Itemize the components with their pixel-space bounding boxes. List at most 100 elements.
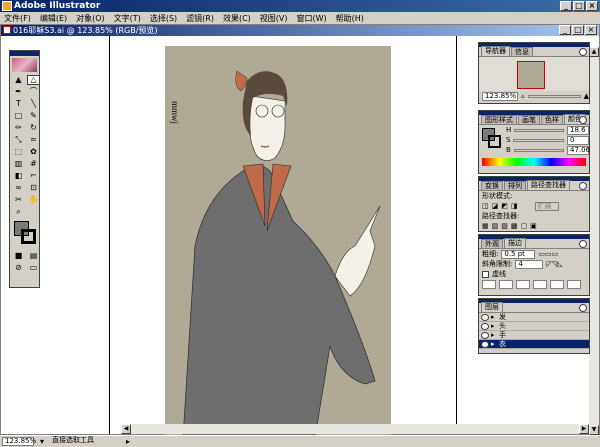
- zoom-slider[interactable]: [527, 94, 581, 98]
- menu-window[interactable]: 窗口(W): [297, 13, 327, 24]
- selection-tool-icon[interactable]: ▲: [12, 75, 25, 85]
- zoom-dropdown-icon[interactable]: ▾: [40, 437, 44, 446]
- add-shape-icon[interactable]: ◫: [482, 202, 489, 210]
- scroll-right-button[interactable]: ▶: [579, 424, 589, 434]
- graph-tool-icon[interactable]: ▥: [12, 159, 25, 169]
- color-spectrum-bar[interactable]: [482, 158, 586, 166]
- panel-menu-icon[interactable]: [579, 182, 587, 190]
- minimize-button[interactable]: _: [560, 1, 572, 11]
- navigator-view-box[interactable]: [517, 61, 545, 89]
- intersect-shape-icon[interactable]: ◩: [501, 202, 508, 210]
- navigator-preview[interactable]: [479, 57, 589, 91]
- panel-menu-icon[interactable]: [579, 48, 587, 56]
- scissors-tool-icon[interactable]: ✂: [12, 195, 25, 205]
- close-button[interactable]: ×: [586, 1, 598, 11]
- brightness-slider[interactable]: [513, 148, 564, 152]
- hue-slider[interactable]: [514, 128, 564, 132]
- navigator-zoom-field[interactable]: 123.85%: [482, 91, 518, 101]
- tab-align[interactable]: 排列: [504, 181, 526, 190]
- direct-selection-tool-icon[interactable]: △: [27, 75, 40, 85]
- menu-select[interactable]: 选择(S): [150, 13, 177, 24]
- pen-tool-icon[interactable]: ✒: [12, 87, 25, 97]
- tab-graphic-styles[interactable]: 图形样式: [481, 115, 517, 124]
- stroke-swatch[interactable]: [21, 229, 36, 244]
- saturation-input[interactable]: 0: [567, 135, 589, 145]
- dashed-checkbox[interactable]: [482, 270, 489, 278]
- subtract-shape-icon[interactable]: ◪: [492, 202, 499, 210]
- layer-row-selected[interactable]: ▸ 衣: [479, 340, 589, 349]
- scroll-down-button[interactable]: ▼: [589, 425, 599, 435]
- gap-field[interactable]: [533, 279, 547, 289]
- scale-tool-icon[interactable]: ⤡: [12, 135, 25, 145]
- cap-icons[interactable]: ▭▭▭: [538, 250, 558, 258]
- menu-object[interactable]: 对象(O): [76, 13, 105, 24]
- join-icons[interactable]: ◸◹◺: [546, 260, 562, 268]
- panel-menu-icon[interactable]: [579, 304, 587, 312]
- triangle-icon[interactable]: ▸: [491, 322, 497, 330]
- artboard[interactable]: mmwj: [165, 46, 391, 438]
- merge-icon[interactable]: ▨: [501, 222, 508, 230]
- layer-row[interactable]: ▸ 手: [479, 331, 589, 340]
- menu-view[interactable]: 视图(V): [260, 13, 288, 24]
- eyedropper-tool-icon[interactable]: ⌐: [27, 171, 40, 181]
- zoom-tool-icon[interactable]: ⌕: [12, 207, 25, 217]
- tab-layers[interactable]: 图层: [481, 302, 503, 312]
- layer-row[interactable]: ▸ 头: [479, 322, 589, 331]
- slice-tool-icon[interactable]: ⊡: [27, 183, 40, 193]
- trim-icon[interactable]: ▧: [492, 222, 499, 230]
- rectangle-tool-icon[interactable]: □: [12, 111, 25, 121]
- line-tool-icon[interactable]: ╲: [27, 99, 40, 109]
- miter-input[interactable]: 4: [515, 259, 544, 269]
- vertical-scrollbar[interactable]: ▲ ▼: [589, 47, 599, 435]
- tab-swatches[interactable]: 色样: [541, 115, 563, 124]
- tools-panel-header[interactable]: [10, 51, 39, 56]
- tab-transform[interactable]: 变换: [481, 181, 503, 190]
- status-zoom-field[interactable]: 123.85%: [2, 437, 36, 446]
- tab-appearance[interactable]: 外观: [481, 239, 503, 248]
- menu-type[interactable]: 文字(T): [114, 13, 141, 24]
- eye-icon[interactable]: [481, 322, 489, 330]
- tab-info[interactable]: 信息: [511, 47, 533, 56]
- divide-icon[interactable]: ▦: [482, 222, 489, 230]
- tab-navigator[interactable]: 导航器: [481, 46, 510, 56]
- tab-brushes[interactable]: 画笔: [518, 115, 540, 124]
- eye-icon[interactable]: [481, 331, 489, 339]
- tab-stroke[interactable]: 描边: [504, 238, 526, 248]
- menu-edit[interactable]: 编辑(E): [40, 13, 67, 24]
- menu-help[interactable]: 帮助(H): [336, 13, 364, 24]
- mesh-tool-icon[interactable]: #: [27, 159, 40, 169]
- illustrator-logo[interactable]: [12, 58, 37, 72]
- dash-field[interactable]: [516, 279, 530, 289]
- doc-close-button[interactable]: ×: [585, 25, 597, 35]
- color-stroke-swatch[interactable]: [488, 135, 501, 148]
- color-mode-icon[interactable]: ■: [12, 251, 25, 261]
- gap-field[interactable]: [499, 279, 513, 289]
- pencil-tool-icon[interactable]: ✏: [12, 123, 25, 133]
- none-mode-icon[interactable]: ⊘: [12, 263, 25, 273]
- hue-input[interactable]: 18.6: [567, 125, 589, 135]
- exclude-shape-icon[interactable]: ◨: [511, 202, 518, 210]
- screen-mode-icon[interactable]: ▭: [27, 263, 40, 273]
- dash-field[interactable]: [550, 279, 564, 289]
- gradient-tool-icon[interactable]: ◧: [12, 171, 25, 181]
- horizontal-scrollbar[interactable]: ◀ ▶: [121, 424, 589, 434]
- layer-row[interactable]: ▸ 发: [479, 313, 589, 322]
- outline-icon[interactable]: ▢: [521, 222, 528, 230]
- eye-icon[interactable]: [481, 340, 489, 348]
- zoom-out-icon[interactable]: ▵: [521, 92, 525, 100]
- free-transform-tool-icon[interactable]: ⬚: [12, 147, 25, 157]
- gap-field[interactable]: [567, 279, 581, 289]
- dash-field[interactable]: [482, 279, 496, 289]
- menu-filter[interactable]: 滤镜(R): [186, 13, 214, 24]
- rotate-tool-icon[interactable]: ↻: [27, 123, 40, 133]
- gradient-mode-icon[interactable]: ▤: [27, 251, 40, 261]
- paintbrush-tool-icon[interactable]: ✎: [27, 111, 40, 121]
- symbol-sprayer-tool-icon[interactable]: ✿: [27, 147, 40, 157]
- crop-icon[interactable]: ▩: [511, 222, 518, 230]
- weight-input[interactable]: 0.5 pt: [501, 249, 536, 259]
- eye-icon[interactable]: [481, 313, 489, 321]
- panel-menu-icon[interactable]: [579, 240, 587, 248]
- warp-tool-icon[interactable]: ≈: [27, 135, 40, 145]
- saturation-slider[interactable]: [513, 138, 564, 142]
- menu-file[interactable]: 文件(F): [4, 13, 31, 24]
